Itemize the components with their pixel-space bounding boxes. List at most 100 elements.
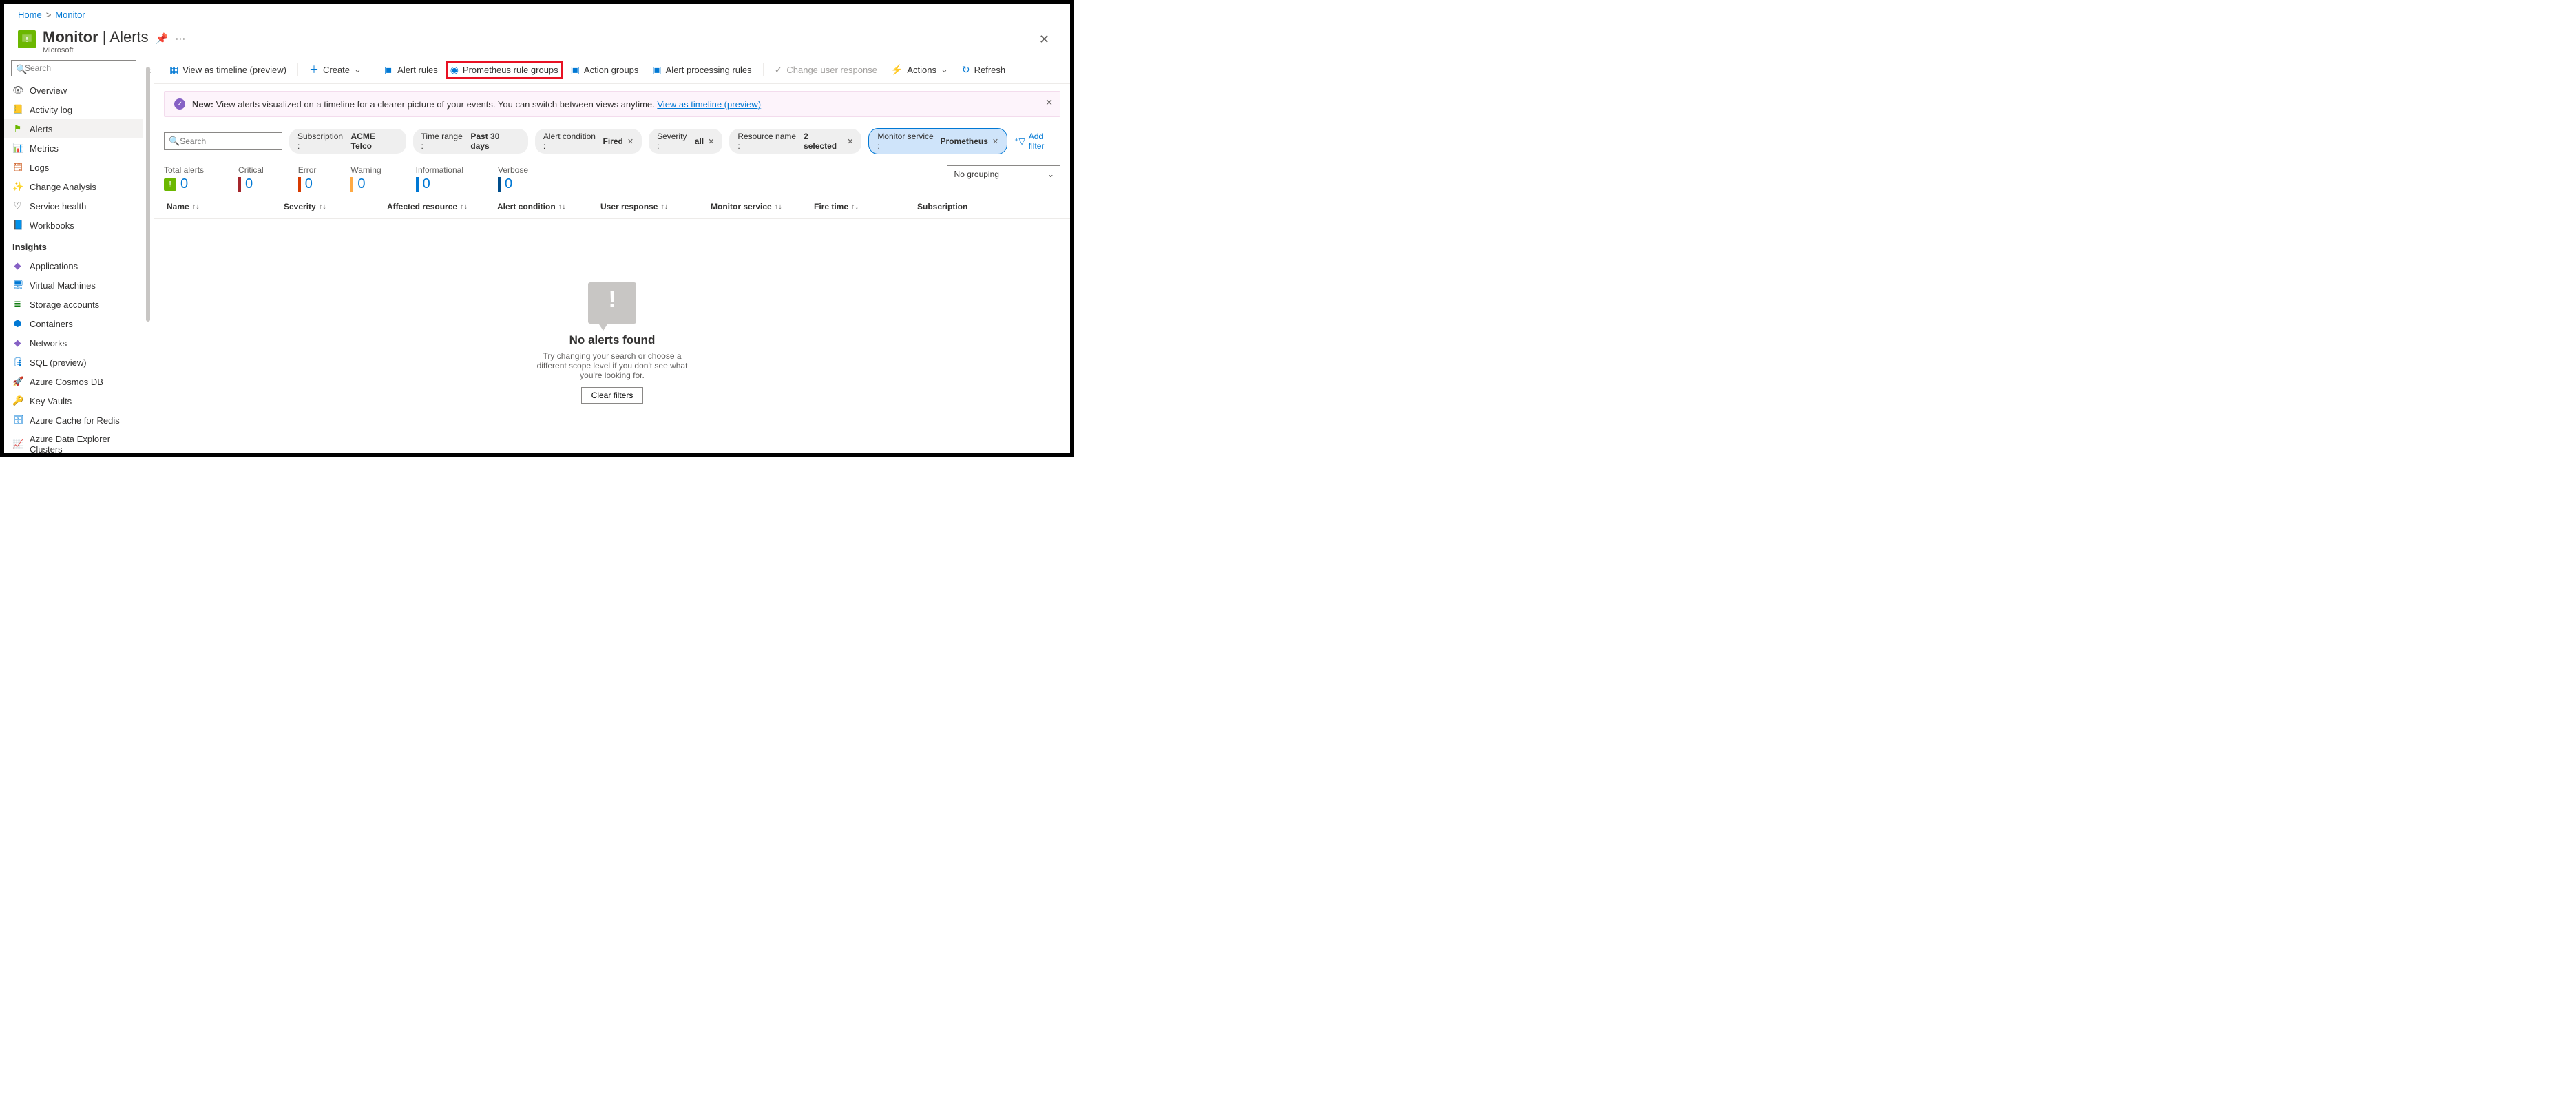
sidebar-scrollbar[interactable]: [143, 56, 154, 453]
alerts-search[interactable]: 🔍: [164, 132, 282, 150]
remove-filter-icon[interactable]: ✕: [627, 137, 633, 146]
more-icon[interactable]: ⋯: [175, 32, 185, 45]
sidebar-item-label: Networks: [30, 338, 67, 349]
alert-rules-button[interactable]: ▣Alert rules: [379, 61, 443, 79]
alert-processing-rules-button[interactable]: ▣Alert processing rules: [647, 61, 757, 79]
summary-warning[interactable]: Warning0: [350, 165, 381, 192]
alert-rules-icon: ▣: [384, 64, 393, 76]
filter-time-range[interactable]: Time range : Past 30 days: [413, 129, 528, 154]
change-icon: ✨: [12, 181, 23, 192]
sidebar: 🔍 « 👁Overview📒Activity log⚑Alerts📊Metric…: [4, 56, 143, 453]
sort-icon: ↑↓: [775, 202, 782, 211]
filter-alert-condition[interactable]: Alert condition : Fired✕: [535, 129, 642, 154]
info-banner-link[interactable]: View as timeline (preview): [657, 99, 761, 110]
remove-filter-icon[interactable]: ✕: [708, 137, 714, 146]
remove-filter-icon[interactable]: ✕: [992, 137, 998, 146]
summary-total-alerts[interactable]: Total alerts!0: [164, 165, 204, 192]
heart-icon: ♡: [12, 200, 23, 211]
sidebar-item-azure-cosmos-db[interactable]: 🚀Azure Cosmos DB: [4, 372, 143, 391]
filter-subscription[interactable]: Subscription : ACME Telco: [289, 129, 406, 154]
filter-bar: 🔍 Subscription : ACME Telco Time range :…: [154, 124, 1070, 158]
sidebar-item-label: Metrics: [30, 143, 59, 154]
sidebar-item-workbooks[interactable]: 📘Workbooks: [4, 216, 143, 235]
container-icon: ⬢: [12, 318, 23, 329]
summary-informational[interactable]: Informational0: [416, 165, 463, 192]
sidebar-item-metrics[interactable]: 📊 Metrics: [4, 138, 143, 158]
action-groups-button[interactable]: ▣Action groups: [565, 61, 645, 79]
severity-bar: [350, 177, 353, 192]
scroll-thumb[interactable]: [146, 67, 150, 322]
prometheus-rule-groups-button[interactable]: ◉Prometheus rule groups: [446, 61, 563, 79]
banner-close-icon[interactable]: ✕: [1045, 97, 1053, 108]
sidebar-item-activity-log[interactable]: 📒Activity log: [4, 100, 143, 119]
sidebar-search[interactable]: 🔍: [11, 60, 136, 76]
summary-verbose[interactable]: Verbose0: [498, 165, 528, 192]
column-severity[interactable]: Severity↑↓: [284, 202, 387, 211]
sidebar-item-azure-cache-for-redis[interactable]: 🗄Azure Cache for Redis: [4, 410, 143, 430]
actions-button[interactable]: ⚡Actions⌄: [886, 61, 954, 79]
close-icon[interactable]: ✕: [1032, 28, 1056, 51]
clear-filters-button[interactable]: Clear filters: [581, 387, 644, 404]
net-icon: ◆: [12, 337, 23, 349]
sort-icon: ↑↓: [460, 202, 468, 211]
breadcrumb-home[interactable]: Home: [18, 10, 42, 20]
cosmos-icon: 🚀: [12, 376, 23, 387]
content: ▦View as timeline (preview) ＋Create⌄ ▣Al…: [154, 56, 1070, 453]
chart-icon: 📊: [12, 143, 23, 154]
summary-label: Error: [298, 165, 317, 175]
sidebar-item-storage-accounts[interactable]: ≣Storage accounts: [4, 295, 143, 314]
filter-monitor-service[interactable]: Monitor service : Prometheus✕: [868, 128, 1007, 154]
add-filter-button[interactable]: ⁺▽Add filter: [1014, 132, 1060, 151]
sidebar-item-label: SQL (preview): [30, 357, 87, 368]
refresh-button[interactable]: ↻Refresh: [956, 61, 1011, 79]
grouping-dropdown[interactable]: No grouping⌄: [947, 165, 1060, 183]
remove-filter-icon[interactable]: ✕: [847, 137, 853, 146]
column-label: Name: [167, 202, 189, 211]
summary-value: 0: [245, 176, 253, 192]
sidebar-search-input[interactable]: [25, 63, 132, 73]
severity-bar: [238, 177, 241, 192]
column-fire-time[interactable]: Fire time↑↓: [814, 202, 917, 211]
column-label: Alert condition: [497, 202, 556, 211]
log-icon: 📒: [12, 104, 23, 115]
summary-value: 0: [423, 176, 430, 192]
sidebar-item-key-vaults[interactable]: 🔑Key Vaults: [4, 391, 143, 410]
app-icon: ◆: [12, 260, 23, 271]
column-subscription[interactable]: Subscription: [917, 202, 1020, 211]
sidebar-item-containers[interactable]: ⬢Containers: [4, 314, 143, 333]
sidebar-item-change-analysis[interactable]: ✨Change Analysis: [4, 177, 143, 196]
view-as-timeline-button[interactable]: ▦View as timeline (preview): [164, 61, 292, 79]
toolbar: ▦View as timeline (preview) ＋Create⌄ ▣Al…: [154, 56, 1070, 84]
pin-icon[interactable]: 📌: [156, 32, 169, 45]
column-affected-resource[interactable]: Affected resource↑↓: [387, 202, 497, 211]
sidebar-item-networks[interactable]: ◆ Networks: [4, 333, 143, 353]
sidebar-item-sql-preview-[interactable]: 🛢SQL (preview): [4, 353, 143, 372]
filter-severity[interactable]: Severity : all✕: [649, 129, 722, 154]
sidebar-item-label: Key Vaults: [30, 396, 72, 406]
sidebar-item-applications[interactable]: ◆Applications: [4, 256, 143, 275]
summary-value: 0: [180, 176, 188, 192]
sidebar-item-virtual-machines[interactable]: 🖥Virtual Machines: [4, 275, 143, 295]
column-monitor-service[interactable]: Monitor service↑↓: [711, 202, 814, 211]
vm-icon: 🖥: [12, 280, 23, 291]
filter-resource-name[interactable]: Resource name : 2 selected✕: [729, 129, 861, 154]
column-name[interactable]: Name↑↓: [167, 202, 284, 211]
summary-error[interactable]: Error0: [298, 165, 317, 192]
table-header: Name↑↓Severity↑↓Affected resource↑↓Alert…: [154, 195, 1070, 219]
redis-icon: 🗄: [12, 415, 23, 426]
sidebar-item-logs[interactable]: 🗒Logs: [4, 158, 143, 177]
sort-icon: ↑↓: [319, 202, 326, 211]
column-alert-condition[interactable]: Alert condition↑↓: [497, 202, 600, 211]
sidebar-item-azure-data-explorer-clusters[interactable]: 📈Azure Data Explorer Clusters: [4, 430, 143, 453]
summary-critical[interactable]: Critical0: [238, 165, 264, 192]
create-button[interactable]: ＋Create⌄: [304, 60, 367, 79]
column-user-response[interactable]: User response↑↓: [600, 202, 711, 211]
page-title: Monitor | Alerts: [43, 28, 149, 46]
alerts-search-input[interactable]: [180, 136, 286, 146]
sidebar-item-alerts[interactable]: ⚑Alerts: [4, 119, 143, 138]
change-user-response-button: ✓Change user response: [769, 61, 883, 79]
breadcrumb-monitor[interactable]: Monitor: [55, 10, 85, 20]
sidebar-item-overview[interactable]: 👁Overview: [4, 81, 143, 100]
sidebar-item-service-health[interactable]: ♡Service health: [4, 196, 143, 216]
column-label: Affected resource: [387, 202, 457, 211]
